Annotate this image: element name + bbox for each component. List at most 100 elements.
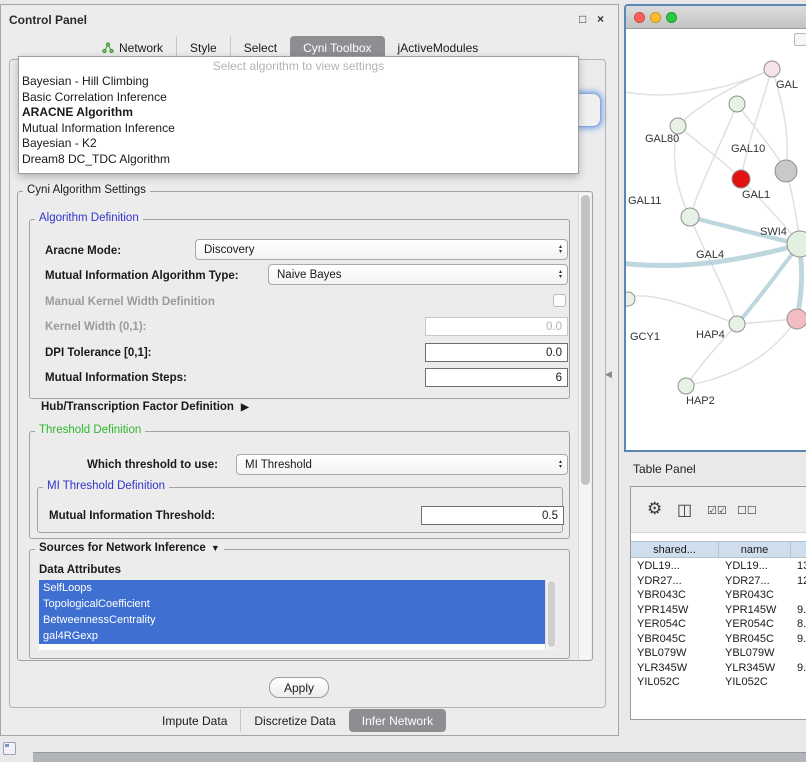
zoom-traffic-light-icon[interactable] <box>666 12 677 23</box>
dropdown-item[interactable]: Mutual Information Inference <box>19 121 578 137</box>
network-node[interactable] <box>764 61 780 77</box>
kernel-width-label: Kernel Width (0,1): <box>45 321 146 333</box>
node-label: GAL <box>776 79 798 91</box>
hub-tf-section-toggle[interactable]: Hub/Transcription Factor Definition ▶ <box>41 401 249 413</box>
node-label: HAP4 <box>696 329 725 341</box>
bottom-panel-edge <box>33 752 806 762</box>
network-view-window: GAL GAL80 GAL10 GAL11 GAL1 SWI4 GAL4 GCY… <box>624 4 806 452</box>
minimize-traffic-light-icon[interactable] <box>650 12 661 23</box>
expand-down-icon: ▼ <box>211 543 220 553</box>
network-node[interactable] <box>729 96 745 112</box>
select-all-icon[interactable]: ☑☑ <box>707 504 727 517</box>
table-panel-window: ⚙ ◫ ☑☑ ☐☐ shared... name YDL19...YDL19..… <box>630 486 806 720</box>
dropdown-item[interactable]: Bayesian - K2 <box>19 136 578 152</box>
dropdown-item[interactable]: Basic Correlation Inference <box>19 90 578 106</box>
panel-collapse-icon[interactable]: ◀ <box>605 369 612 380</box>
network-node[interactable] <box>787 309 806 329</box>
tab-impute-data[interactable]: Impute Data <box>149 709 240 732</box>
manual-kernel-checkbox[interactable] <box>553 294 566 307</box>
window-title: Control Panel <box>9 13 87 27</box>
column-header-name[interactable]: name <box>719 542 791 557</box>
dpi-tolerance-field[interactable]: 0.0 <box>425 343 568 362</box>
network-node[interactable] <box>681 208 699 226</box>
manual-kernel-label: Manual Kernel Width Definition <box>45 296 215 308</box>
node-label: GAL4 <box>696 249 724 261</box>
node-label: GCY1 <box>630 331 660 343</box>
dropdown-placeholder: Select algorithm to view settings <box>19 58 578 74</box>
mi-threshold-label: Mutual Information Threshold: <box>49 510 215 522</box>
attribute-item-selected[interactable]: gal4RGexp <box>39 628 545 644</box>
dropdown-item-selected[interactable]: ARACNE Algorithm <box>19 105 578 121</box>
node-label: GAL1 <box>742 189 770 201</box>
table-row[interactable]: YPR145WYPR145W9. <box>631 603 806 618</box>
table-row[interactable]: YBR045CYBR045C9. <box>631 632 806 647</box>
apply-button[interactable]: Apply <box>269 677 329 698</box>
settings-scrollbar[interactable] <box>578 193 591 659</box>
node-label: HAP2 <box>686 395 715 407</box>
close-traffic-light-icon[interactable] <box>634 12 645 23</box>
attribute-item-selected[interactable]: TopologicalCoefficient <box>39 596 545 612</box>
columns-icon[interactable]: ◫ <box>677 500 692 520</box>
table-row[interactable]: YLR345WYLR345W9. <box>631 661 806 676</box>
mi-threshold-field[interactable]: 0.5 <box>421 506 564 525</box>
gear-icon[interactable]: ⚙ <box>647 499 662 519</box>
node-label: GAL11 <box>628 195 661 207</box>
mi-steps-field[interactable]: 6 <box>425 368 568 387</box>
data-attributes-list: SelfLoops TopologicalCoefficient Between… <box>39 580 556 650</box>
node-label: GAL80 <box>645 133 679 145</box>
column-header-shared[interactable]: shared... <box>631 542 719 557</box>
minimized-panel-icon[interactable] <box>3 742 16 755</box>
which-threshold-select[interactable]: MI Threshold ▴▾ <box>236 454 568 475</box>
table-row[interactable]: YDL19...YDL19...13 <box>631 559 806 574</box>
network-node-selected[interactable] <box>732 170 750 188</box>
kernel-width-field[interactable]: 0.0 <box>425 317 568 336</box>
mi-algorithm-type-select[interactable]: Naive Bayes ▴▾ <box>268 264 568 285</box>
table-panel-title: Table Panel <box>633 462 696 476</box>
dropdown-item[interactable]: Bayesian - Hill Climbing <box>19 74 578 90</box>
restore-window-icon[interactable]: □ <box>579 12 586 26</box>
data-attributes-label: Data Attributes <box>39 564 121 576</box>
combo-arrows-icon: ▴▾ <box>559 270 567 279</box>
combo-arrows-icon: ▴▾ <box>559 245 567 254</box>
sources-section-toggle[interactable]: Sources for Network Inference▼ <box>35 542 224 554</box>
network-node[interactable] <box>670 118 686 134</box>
dropdown-item[interactable]: Dream8 DC_TDC Algorithm <box>19 152 578 168</box>
aracne-mode-label: Aracne Mode: <box>45 245 121 257</box>
group-title: Cyni Algorithm Settings <box>23 184 150 196</box>
settings-scrollbar-thumb[interactable] <box>581 195 590 485</box>
table-row[interactable]: YIL052CYIL052C <box>631 675 806 690</box>
dpi-tolerance-label: DPI Tolerance [0,1]: <box>45 347 152 359</box>
attribute-item-selected[interactable]: SelfLoops <box>39 580 545 596</box>
network-window-titlebar[interactable] <box>626 6 806 29</box>
attribute-list-scrollbar[interactable] <box>545 580 556 650</box>
table-row[interactable]: YBL079WYBL079W <box>631 646 806 661</box>
network-node[interactable] <box>787 231 806 257</box>
network-node[interactable] <box>775 160 797 182</box>
network-graph <box>626 29 806 448</box>
tab-discretize-data[interactable]: Discretize Data <box>240 709 348 732</box>
column-header-extra[interactable] <box>791 542 806 557</box>
expand-right-icon: ▶ <box>241 402 249 413</box>
aracne-mode-select[interactable]: Discovery ▴▾ <box>195 239 568 260</box>
tab-infer-network[interactable]: Infer Network <box>349 709 446 732</box>
group-title: Threshold Definition <box>35 424 145 436</box>
table-row[interactable]: YBR043CYBR043C <box>631 588 806 603</box>
node-label: GAL10 <box>731 143 765 155</box>
network-node[interactable] <box>729 316 745 332</box>
cyni-bottom-tabs: Impute Data Discretize Data Infer Networ… <box>149 709 446 732</box>
table-toolbar: ⚙ ◫ ☑☑ ☐☐ <box>631 487 806 533</box>
network-canvas[interactable]: GAL GAL80 GAL10 GAL11 GAL1 SWI4 GAL4 GCY… <box>626 29 806 448</box>
group-title: MI Threshold Definition <box>43 480 169 492</box>
combo-arrows-icon: ▴▾ <box>559 460 567 469</box>
table-row[interactable]: YER054CYER054C8. <box>631 617 806 632</box>
which-threshold-label: Which threshold to use: <box>87 459 218 471</box>
algorithm-dropdown-popup: Select algorithm to view settings Bayesi… <box>18 56 579 174</box>
table-row[interactable]: YDR27...YDR27...12 <box>631 574 806 589</box>
clear-all-icon[interactable]: ☐☐ <box>737 504 757 517</box>
close-window-icon[interactable]: × <box>597 12 604 26</box>
network-node[interactable] <box>626 292 635 306</box>
network-node[interactable] <box>678 378 694 394</box>
attribute-item-selected[interactable]: BetweennessCentrality <box>39 612 545 628</box>
network-tab-icon <box>102 42 114 54</box>
network-scroll-button[interactable] <box>794 33 806 46</box>
